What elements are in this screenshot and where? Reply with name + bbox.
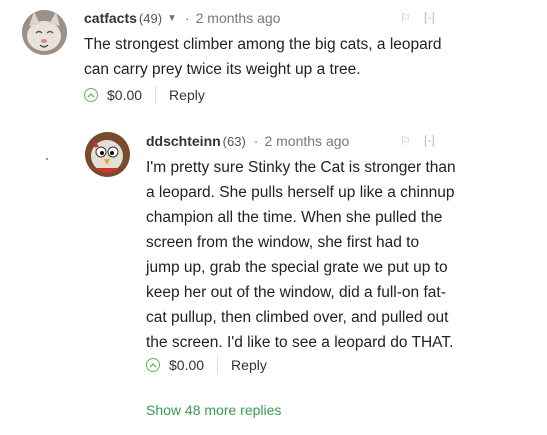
- comment-line: The strongest climber among the big cats…: [84, 36, 442, 53]
- comment-actions: $0.00 Reply: [84, 86, 205, 104]
- tip-amount[interactable]: $0.00: [107, 87, 142, 103]
- owl-cartoon-avatar-icon: [85, 132, 130, 177]
- comment-actions: $0.00 Reply: [146, 356, 267, 374]
- comment-meta: ddschteinn (63) · 2 months ago: [146, 133, 349, 149]
- comment-catfacts: catfacts (49) ▼ · 2 months ago ⚐ [-] The…: [0, 0, 547, 120]
- timestamp[interactable]: 2 months ago: [264, 133, 349, 149]
- flag-icon[interactable]: ⚐: [400, 134, 411, 148]
- reply-button[interactable]: Reply: [231, 357, 267, 373]
- comment-line: the screen. I'd like to see a leopard do…: [146, 334, 454, 351]
- comment-line: champion all the time. When she pulled t…: [146, 209, 443, 226]
- comment-line: jump up, grab the special grate we put u…: [146, 259, 448, 276]
- upvote-icon[interactable]: [146, 358, 160, 372]
- comment-line: a leopard. She pulls herself up like a c…: [146, 184, 455, 201]
- tip-amount[interactable]: $0.00: [169, 357, 204, 373]
- chevron-down-icon[interactable]: ▼: [167, 13, 177, 24]
- username[interactable]: ddschteinn: [146, 133, 221, 149]
- collapse-button[interactable]: [-]: [424, 10, 435, 24]
- separator-dot: ·: [184, 10, 190, 26]
- comment-line: I'm pretty sure Stinky the Cat is strong…: [146, 159, 456, 176]
- comment-line: keep her out of the window, did a full-o…: [146, 284, 446, 301]
- reply-button[interactable]: Reply: [169, 87, 205, 103]
- user-score: (63): [222, 133, 246, 149]
- cat-face-avatar-icon: [22, 10, 67, 55]
- username[interactable]: catfacts: [84, 10, 137, 26]
- avatar[interactable]: [85, 132, 130, 177]
- user-score: (49): [138, 10, 163, 26]
- collapse-button[interactable]: [-]: [424, 133, 435, 147]
- comment-line: can carry prey twice its weight up a tre…: [84, 61, 361, 78]
- divider: [217, 356, 219, 374]
- avatar[interactable]: [22, 10, 67, 55]
- comment-line: cat pullup, then climbed over, and pulle…: [146, 309, 449, 326]
- upvote-icon[interactable]: [84, 88, 98, 102]
- separator-dot: ·: [253, 133, 259, 149]
- timestamp[interactable]: 2 months ago: [196, 10, 281, 26]
- comment-line: screen from the window, she first had to: [146, 234, 420, 251]
- divider: [155, 86, 157, 104]
- comment-text: I'm pretty sure Stinky the Cat is strong…: [146, 155, 526, 355]
- comment-meta: catfacts (49) ▼ · 2 months ago: [84, 10, 280, 26]
- flag-icon[interactable]: ⚐: [400, 11, 411, 25]
- comment-ddschteinn: ddschteinn (63) · 2 months ago ⚐ [-] I'm…: [0, 120, 547, 390]
- comment-text: The strongest climber among the big cats…: [84, 32, 524, 82]
- show-more-replies-link[interactable]: Show 48 more replies: [146, 402, 281, 418]
